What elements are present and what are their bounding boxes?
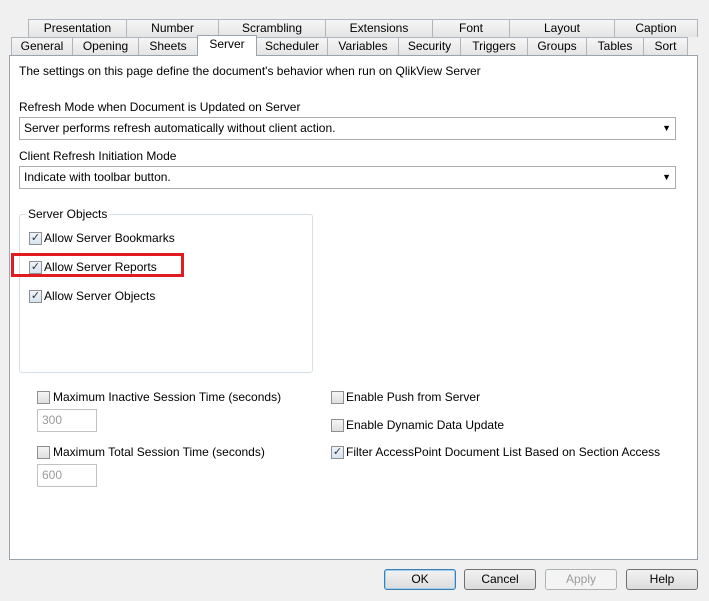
max-inactive-session-checkbox[interactable] xyxy=(37,391,50,404)
tab-scheduler[interactable]: Scheduler xyxy=(256,37,328,55)
refresh-mode-value: Server performs refresh automatically wi… xyxy=(24,121,336,135)
allow-server-bookmarks-checkbox[interactable]: ✓ xyxy=(29,232,42,245)
highlight-box xyxy=(11,253,184,277)
enable-dynamic-update-checkbox[interactable] xyxy=(331,419,344,432)
tab-font[interactable]: Font xyxy=(432,19,510,37)
filter-accesspoint-label[interactable]: Filter AccessPoint Document List Based o… xyxy=(346,445,660,459)
enable-push-label[interactable]: Enable Push from Server xyxy=(346,390,480,404)
tab-general[interactable]: General xyxy=(11,37,73,55)
enable-push-checkbox[interactable] xyxy=(331,391,344,404)
tab-security[interactable]: Security xyxy=(398,37,461,55)
tab-presentation[interactable]: Presentation xyxy=(28,19,127,37)
tab-layout[interactable]: Layout xyxy=(509,19,615,37)
description-text: The settings on this page define the doc… xyxy=(19,64,481,78)
max-total-session-checkbox[interactable] xyxy=(37,446,50,459)
tab-tables[interactable]: Tables xyxy=(586,37,644,55)
enable-dynamic-update-label[interactable]: Enable Dynamic Data Update xyxy=(346,418,504,432)
chevron-down-icon: ▼ xyxy=(662,172,671,182)
client-refresh-dropdown[interactable]: Indicate with toolbar button. ▼ xyxy=(19,166,676,189)
refresh-mode-dropdown[interactable]: Server performs refresh automatically wi… xyxy=(19,117,676,140)
tab-groups[interactable]: Groups xyxy=(527,37,587,55)
max-inactive-session-label[interactable]: Maximum Inactive Session Time (seconds) xyxy=(53,390,281,404)
client-refresh-value: Indicate with toolbar button. xyxy=(24,170,171,184)
tab-caption[interactable]: Caption xyxy=(614,19,698,37)
client-refresh-label: Client Refresh Initiation Mode xyxy=(19,149,177,163)
server-objects-title: Server Objects xyxy=(25,207,111,221)
max-inactive-session-input[interactable]: 300 xyxy=(37,409,97,432)
refresh-mode-label: Refresh Mode when Document is Updated on… xyxy=(19,100,301,114)
server-settings-panel: The settings on this page define the doc… xyxy=(9,55,698,560)
allow-server-objects-label[interactable]: Allow Server Objects xyxy=(44,289,155,303)
tab-triggers[interactable]: Triggers xyxy=(460,37,528,55)
apply-button[interactable]: Apply xyxy=(545,569,617,590)
tab-variables[interactable]: Variables xyxy=(327,37,399,55)
cancel-button[interactable]: Cancel xyxy=(464,569,536,590)
tab-opening[interactable]: Opening xyxy=(72,37,139,55)
ok-button[interactable]: OK xyxy=(384,569,456,590)
allow-server-objects-checkbox[interactable]: ✓ xyxy=(29,290,42,303)
tab-extensions[interactable]: Extensions xyxy=(325,19,433,37)
chevron-down-icon: ▼ xyxy=(662,123,671,133)
tab-server[interactable]: Server xyxy=(197,35,257,56)
help-button[interactable]: Help xyxy=(626,569,698,590)
tab-sort[interactable]: Sort xyxy=(643,37,688,55)
tab-sheets[interactable]: Sheets xyxy=(138,37,198,55)
filter-accesspoint-checkbox[interactable]: ✓ xyxy=(331,446,344,459)
allow-server-bookmarks-label[interactable]: Allow Server Bookmarks xyxy=(44,231,175,245)
max-total-session-label[interactable]: Maximum Total Session Time (seconds) xyxy=(53,445,265,459)
max-total-session-input[interactable]: 600 xyxy=(37,464,97,487)
